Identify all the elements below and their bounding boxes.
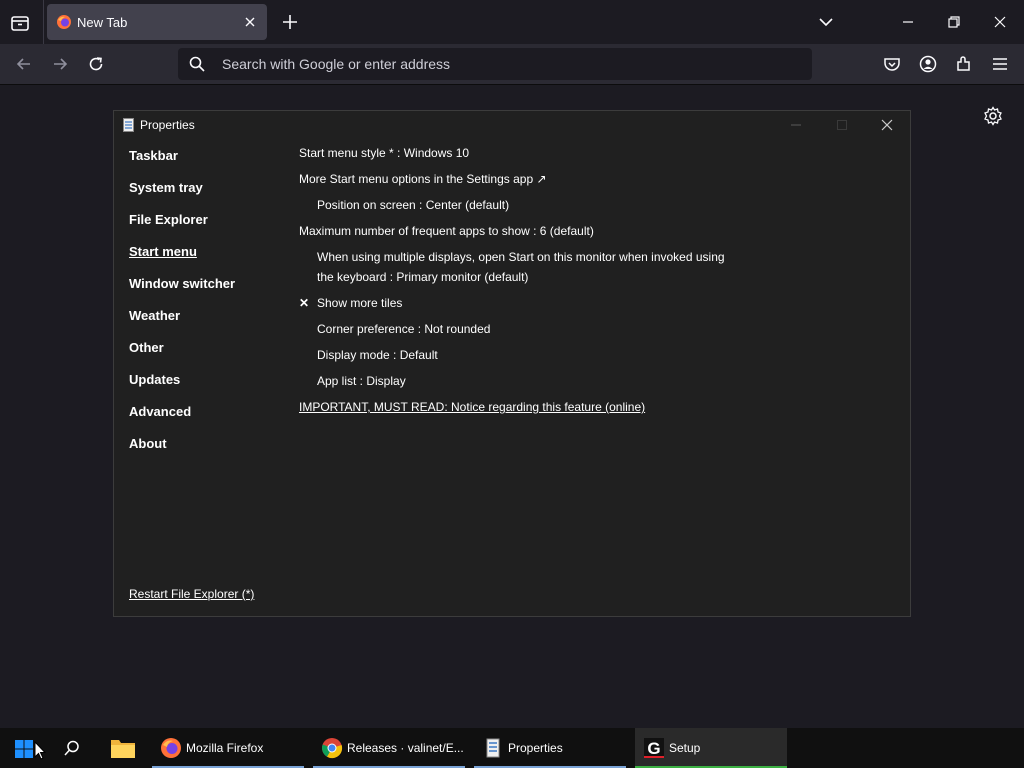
properties-window-title: Properties	[140, 118, 195, 132]
sidebar-item-system-tray[interactable]: System tray	[129, 180, 203, 195]
tab-strip: New Tab	[0, 0, 1024, 44]
search-icon	[189, 56, 205, 72]
tab-strip-divider	[43, 0, 44, 44]
url-bar[interactable]	[178, 48, 812, 80]
back-icon[interactable]	[14, 54, 34, 74]
sidebar-item-weather[interactable]: Weather	[129, 308, 180, 323]
setup-app-icon: G	[644, 738, 664, 758]
firefox-icon	[161, 738, 181, 758]
sidebar-item-other[interactable]: Other	[129, 340, 164, 355]
sidebar-item-start-menu[interactable]: Start menu	[129, 244, 197, 259]
taskbar-search-button[interactable]	[48, 728, 96, 768]
option-multi-display-line1[interactable]: When using multiple displays, open Start…	[317, 247, 725, 267]
properties-app-icon	[486, 738, 500, 758]
sidebar-item-advanced[interactable]: Advanced	[129, 404, 191, 419]
sidebar-item-updates[interactable]: Updates	[129, 372, 180, 387]
start-button[interactable]	[0, 728, 48, 768]
taskbar-app-chrome[interactable]: Releases · valinet/E...	[313, 728, 465, 768]
unchecked-x-icon: ✕	[299, 296, 310, 310]
close-tab-icon[interactable]	[241, 13, 259, 31]
restore-icon[interactable]	[944, 12, 964, 32]
option-show-more-tiles[interactable]: ✕ Show more tiles	[299, 293, 402, 313]
gear-icon[interactable]	[983, 106, 1003, 126]
properties-app-icon	[123, 118, 134, 132]
nav-bar	[0, 44, 1024, 85]
reload-icon[interactable]	[86, 54, 106, 74]
tab-new-tab[interactable]: New Tab	[47, 4, 267, 40]
svg-text:G: G	[647, 739, 660, 758]
firefox-icon	[57, 15, 71, 29]
sidebar-item-taskbar[interactable]: Taskbar	[129, 148, 178, 163]
taskbar-app-firefox[interactable]: Mozilla Firefox	[152, 728, 304, 768]
search-icon	[64, 740, 79, 756]
restart-file-explorer-link[interactable]: Restart File Explorer (*)	[129, 587, 254, 601]
folder-icon	[111, 740, 135, 758]
menu-icon[interactable]	[990, 54, 1010, 74]
option-display-mode[interactable]: Display mode : Default	[317, 345, 438, 365]
close-icon[interactable]	[878, 116, 896, 134]
taskbar: Mozilla Firefox Releases · valinet/E... …	[0, 728, 1024, 768]
chrome-icon	[322, 738, 343, 759]
option-start-menu-style[interactable]: Start menu style * : Windows 10	[299, 143, 469, 163]
sidebar-item-about[interactable]: About	[129, 436, 167, 451]
taskbar-app-label: Mozilla Firefox	[186, 741, 264, 755]
tab-title: New Tab	[77, 15, 128, 30]
windows-logo-icon	[15, 740, 33, 758]
option-max-frequent-apps[interactable]: Maximum number of frequent apps to show …	[299, 221, 594, 241]
option-more-settings-link[interactable]: More Start menu options in the Settings …	[299, 169, 547, 189]
new-tab-icon[interactable]	[280, 12, 300, 32]
url-input[interactable]	[222, 48, 782, 80]
sidebar-item-file-explorer[interactable]: File Explorer	[129, 212, 208, 227]
taskbar-app-setup[interactable]: G Setup	[635, 728, 787, 768]
option-position[interactable]: Position on screen : Center (default)	[317, 195, 509, 215]
taskbar-file-explorer[interactable]	[99, 728, 147, 768]
minimize-icon[interactable]	[898, 12, 918, 32]
pocket-icon[interactable]	[882, 54, 902, 74]
sidebar-item-window-switcher[interactable]: Window switcher	[129, 276, 235, 291]
taskbar-app-label: Properties	[508, 741, 563, 755]
extensions-icon[interactable]	[954, 54, 974, 74]
properties-window: Properties Taskbar System tray File Expl…	[113, 110, 911, 617]
option-multi-display-line2[interactable]: the keyboard : Primary monitor (default)	[317, 267, 528, 287]
list-all-tabs-icon[interactable]	[9, 12, 31, 34]
properties-title-bar[interactable]: Properties	[114, 111, 910, 139]
mouse-cursor-icon	[34, 741, 46, 760]
account-icon[interactable]	[918, 54, 938, 74]
taskbar-app-properties[interactable]: Properties	[474, 728, 626, 768]
taskbar-app-label: Setup	[669, 741, 701, 755]
option-app-list[interactable]: App list : Display	[317, 371, 406, 391]
option-corner-preference[interactable]: Corner preference : Not rounded	[317, 319, 490, 339]
forward-icon[interactable]	[50, 54, 70, 74]
maximize-icon[interactable]	[834, 117, 850, 133]
taskbar-app-label: Releases · valinet/E...	[347, 741, 464, 755]
close-window-icon[interactable]	[990, 12, 1010, 32]
important-notice-link[interactable]: IMPORTANT, MUST READ: Notice regarding t…	[299, 397, 645, 417]
minimize-icon[interactable]	[788, 117, 804, 133]
option-show-more-tiles-label: Show more tiles	[317, 296, 403, 310]
chevron-down-icon[interactable]	[816, 12, 836, 32]
